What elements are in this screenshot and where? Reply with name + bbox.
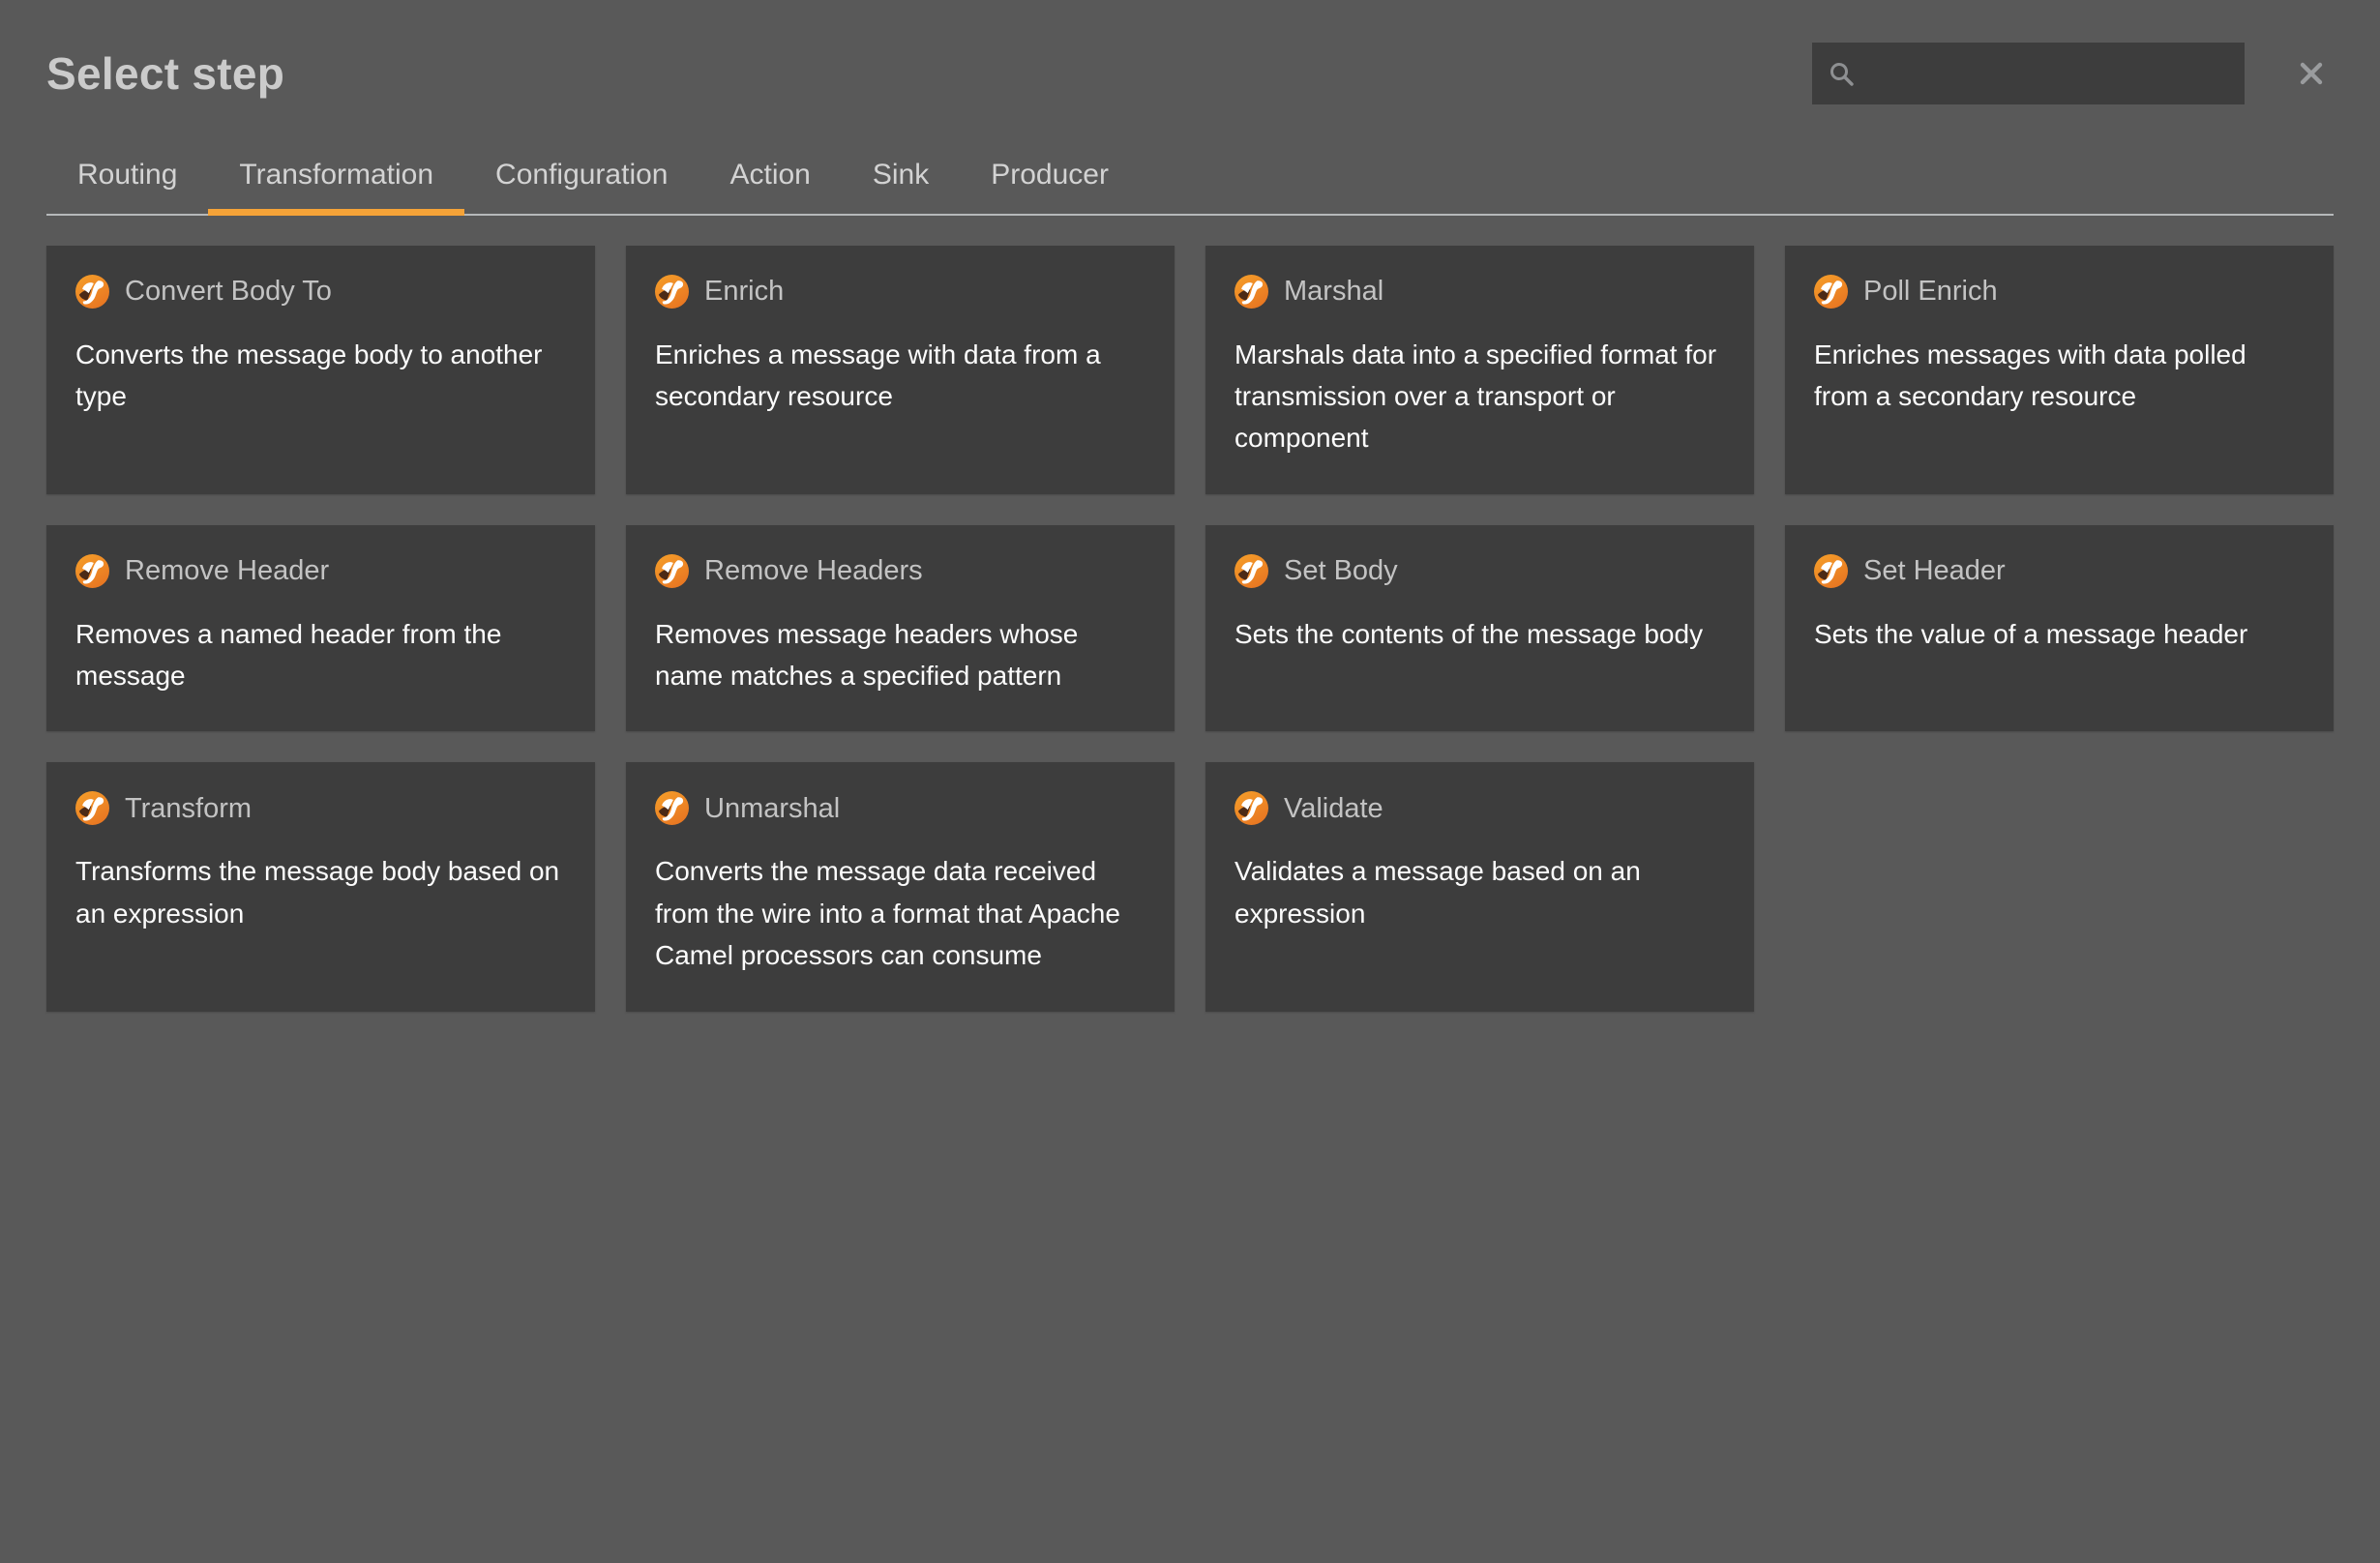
step-description: Removes message headers whose name match…: [655, 613, 1145, 697]
step-title: Remove Headers: [704, 554, 923, 588]
modal-header: Select step: [46, 43, 2334, 104]
camel-logo-icon: [655, 275, 689, 309]
step-title: Unmarshal: [704, 792, 840, 826]
step-card-header: Set Header: [1814, 554, 2305, 588]
step-title: Enrich: [704, 275, 784, 309]
step-title: Poll Enrich: [1863, 275, 1998, 309]
step-description: Enriches messages with data polled from …: [1814, 334, 2305, 418]
step-card-enrich[interactable]: Enrich Enriches a message with data from…: [626, 246, 1175, 494]
search-box: [1812, 43, 2245, 104]
step-card-set-header[interactable]: Set Header Sets the value of a message h…: [1785, 525, 2334, 732]
close-icon: [2297, 59, 2326, 88]
step-description: Transforms the message body based on an …: [75, 850, 566, 934]
step-title: Remove Header: [125, 554, 329, 588]
step-card-unmarshal[interactable]: Unmarshal Converts the message data rece…: [626, 762, 1175, 1011]
step-description: Enriches a message with data from a seco…: [655, 334, 1145, 418]
camel-logo-icon: [1235, 791, 1268, 825]
camel-logo-icon: [75, 275, 109, 309]
step-title: Marshal: [1284, 275, 1383, 309]
step-description: Marshals data into a specified format fo…: [1235, 334, 1725, 459]
step-card-header: Unmarshal: [655, 791, 1145, 825]
step-card-header: Remove Header: [75, 554, 566, 588]
camel-logo-icon: [1814, 554, 1848, 588]
camel-logo-icon: [655, 554, 689, 588]
step-description: Converts the message data received from …: [655, 850, 1145, 976]
tab-label: Sink: [873, 159, 929, 191]
step-card-header: Remove Headers: [655, 554, 1145, 588]
camel-logo-icon: [1235, 275, 1268, 309]
step-card-header: Enrich: [655, 275, 1145, 309]
tab-sink[interactable]: Sink: [842, 151, 960, 214]
step-card-remove-headers[interactable]: Remove Headers Removes message headers w…: [626, 525, 1175, 732]
tab-label: Configuration: [495, 159, 668, 191]
tab-transformation[interactable]: Transformation: [208, 151, 464, 214]
search-icon: [1828, 60, 1855, 87]
step-description: Sets the value of a message header: [1814, 613, 2305, 655]
camel-logo-icon: [1814, 275, 1848, 309]
step-description: Sets the contents of the message body: [1235, 613, 1725, 655]
step-title: Transform: [125, 792, 252, 826]
select-step-modal: Select step Routing Transformation: [0, 0, 2380, 1563]
step-card-header: Set Body: [1235, 554, 1725, 588]
step-description: Converts the message body to another typ…: [75, 334, 566, 418]
close-button[interactable]: [2289, 51, 2334, 96]
step-card-remove-header[interactable]: Remove Header Removes a named header fro…: [46, 525, 595, 732]
step-card-header: Convert Body To: [75, 275, 566, 309]
tab-label: Transformation: [239, 159, 433, 191]
tab-producer[interactable]: Producer: [960, 151, 1140, 214]
tab-bar: Routing Transformation Configuration Act…: [46, 151, 2334, 216]
step-description: Validates a message based on an expressi…: [1235, 850, 1725, 934]
step-card-header: Validate: [1235, 791, 1725, 825]
tab-routing[interactable]: Routing: [46, 151, 208, 214]
step-card-convert-body-to[interactable]: Convert Body To Converts the message bod…: [46, 246, 595, 494]
camel-logo-icon: [75, 554, 109, 588]
tab-label: Action: [729, 159, 810, 191]
tab-label: Producer: [991, 159, 1109, 191]
step-card-header: Marshal: [1235, 275, 1725, 309]
step-card-set-body[interactable]: Set Body Sets the contents of the messag…: [1205, 525, 1754, 732]
step-title: Convert Body To: [125, 275, 332, 309]
step-catalog-grid: Convert Body To Converts the message bod…: [46, 246, 2334, 1012]
step-card-validate[interactable]: Validate Validates a message based on an…: [1205, 762, 1754, 1011]
step-title: Validate: [1284, 792, 1383, 826]
tab-label: Routing: [77, 159, 177, 191]
step-card-header: Transform: [75, 791, 566, 825]
camel-logo-icon: [75, 791, 109, 825]
step-card-poll-enrich[interactable]: Poll Enrich Enriches messages with data …: [1785, 246, 2334, 494]
tab-action[interactable]: Action: [699, 151, 841, 214]
step-description: Removes a named header from the message: [75, 613, 566, 697]
tab-configuration[interactable]: Configuration: [464, 151, 699, 214]
step-card-transform[interactable]: Transform Transforms the message body ba…: [46, 762, 595, 1011]
step-card-marshal[interactable]: Marshal Marshals data into a specified f…: [1205, 246, 1754, 494]
search-input[interactable]: [1868, 57, 2229, 90]
step-title: Set Header: [1863, 554, 2006, 588]
step-card-header: Poll Enrich: [1814, 275, 2305, 309]
camel-logo-icon: [1235, 554, 1268, 588]
page-title: Select step: [46, 49, 284, 99]
camel-logo-icon: [655, 791, 689, 825]
step-title: Set Body: [1284, 554, 1398, 588]
